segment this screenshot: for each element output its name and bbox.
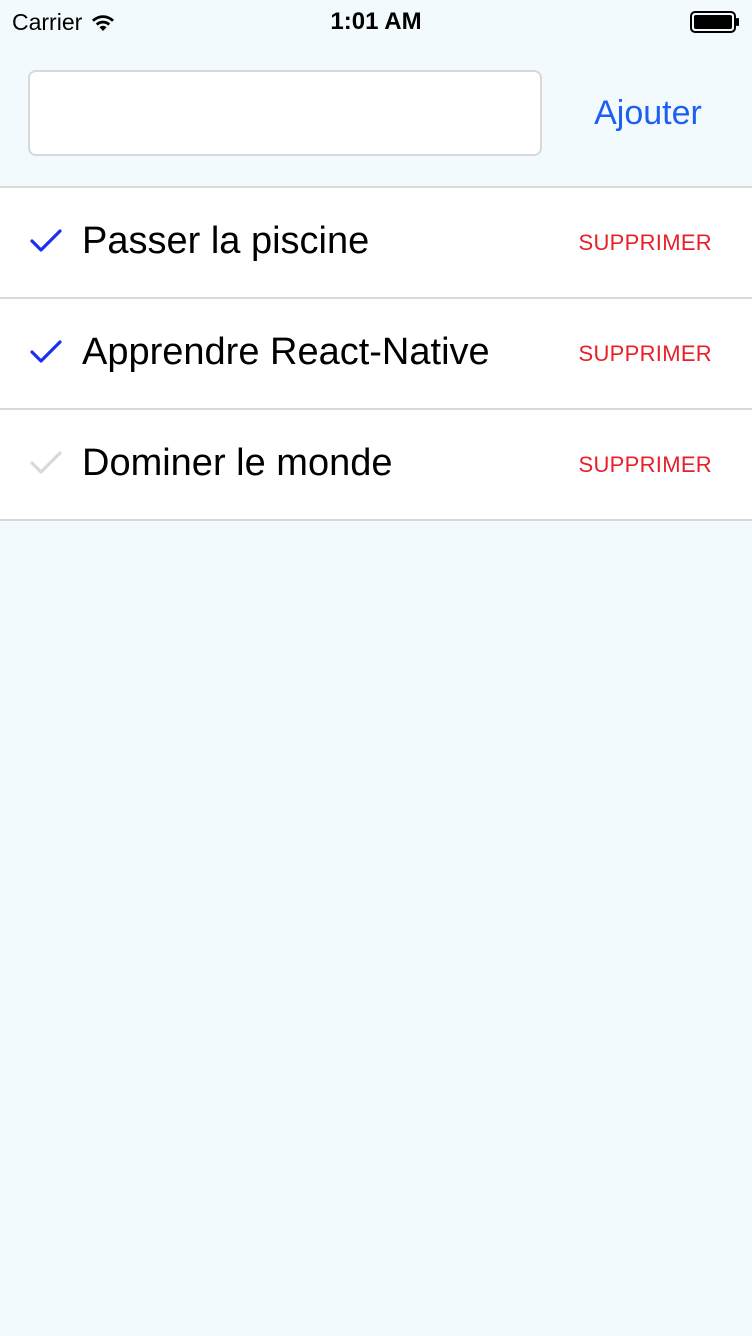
todo-label[interactable]: Apprendre React-Native — [82, 331, 490, 374]
checkmark-icon[interactable] — [30, 228, 62, 254]
todo-row-2: Apprendre React-Native SUPPRIMER — [0, 299, 752, 410]
new-todo-input[interactable] — [28, 70, 542, 156]
todo-list: Passer la piscine SUPPRIMER Apprendre Re… — [0, 186, 752, 521]
checkmark-icon[interactable] — [30, 339, 62, 365]
todo-row-3: Dominer le monde SUPPRIMER — [0, 410, 752, 521]
status-bar: Carrier 1:01 AM — [0, 0, 752, 44]
delete-button[interactable]: SUPPRIMER — [579, 230, 713, 256]
checkmark-icon[interactable] — [30, 450, 62, 476]
delete-button[interactable]: SUPPRIMER — [579, 452, 713, 478]
delete-button[interactable]: SUPPRIMER — [579, 341, 713, 367]
status-time: 1:01 AM — [330, 8, 422, 35]
battery-icon — [690, 11, 739, 33]
add-button[interactable]: Ajouter — [560, 88, 736, 138]
todo-row-1: Passer la piscine SUPPRIMER — [0, 188, 752, 299]
add-todo-header: Ajouter — [0, 44, 752, 186]
todo-label[interactable]: Passer la piscine — [82, 220, 369, 263]
todo-label[interactable]: Dominer le monde — [82, 442, 392, 485]
